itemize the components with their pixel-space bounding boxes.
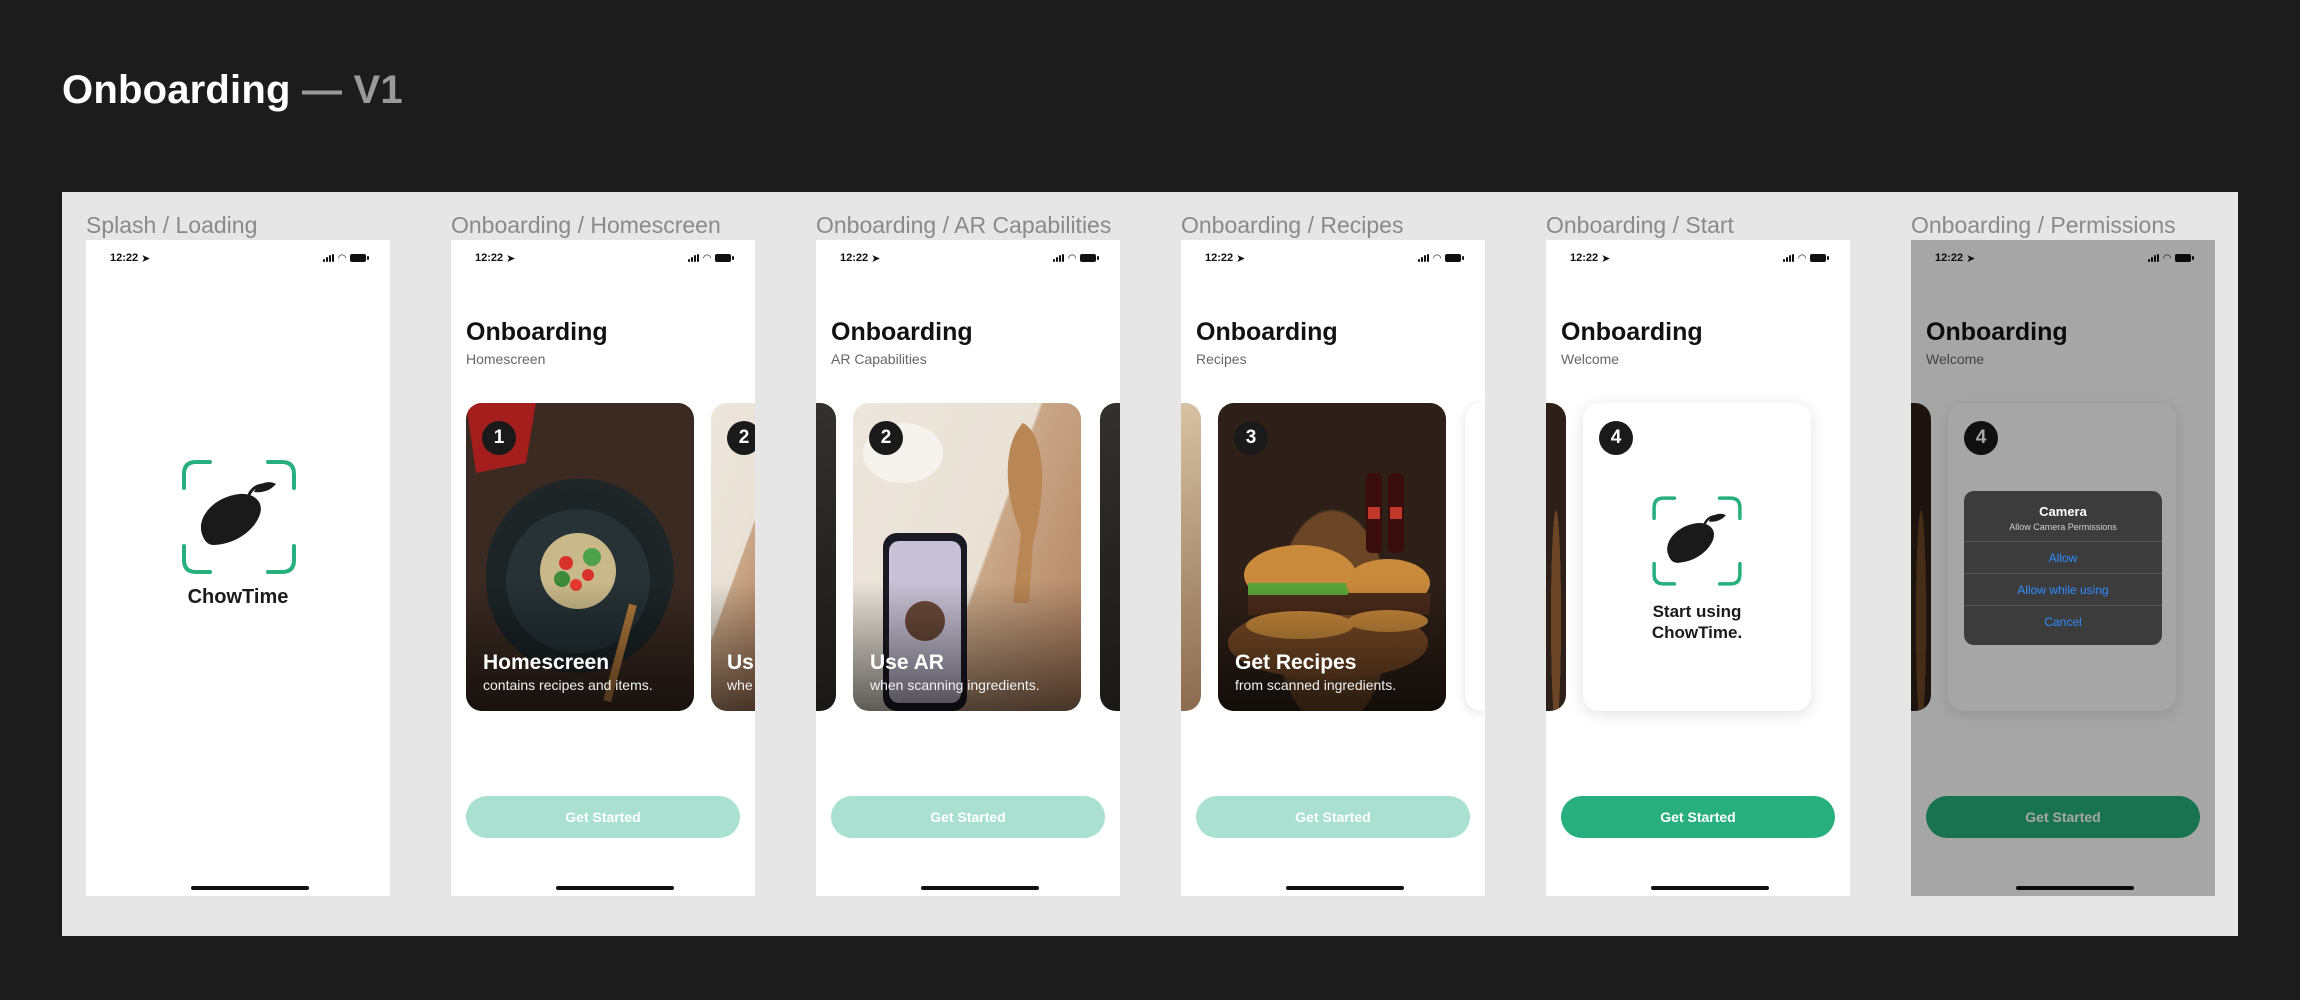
battery-icon bbox=[715, 254, 734, 262]
page-title-version: V1 bbox=[353, 68, 403, 112]
wifi-icon: ◠ bbox=[703, 252, 711, 264]
status-bar: 12:22 ➤ ◠ bbox=[1570, 250, 1829, 266]
status-time: 12:22 bbox=[1570, 252, 1599, 264]
dialog-title: Camera bbox=[2039, 504, 2087, 519]
step-number-badge: 4 bbox=[1599, 421, 1633, 455]
cellular-signal-icon bbox=[1418, 254, 1430, 262]
page-title-text: Onboarding bbox=[62, 68, 291, 112]
phone-permissions: 12:22 ➤ ◠ Onboarding Welcome 4 Get Starte… bbox=[1911, 240, 2215, 896]
location-arrow-icon: ➤ bbox=[1601, 252, 1611, 265]
cancel-button[interactable]: Cancel bbox=[1964, 606, 2162, 638]
step-number-badge: 3 bbox=[1234, 421, 1268, 455]
phone-ar: 12:22 ➤ ◠ Onboarding AR Capabilities 2 Us… bbox=[816, 240, 1120, 896]
cellular-signal-icon bbox=[688, 254, 700, 262]
screen-title: Onboarding bbox=[1561, 318, 1703, 346]
card-description: contains recipes and items. bbox=[483, 677, 653, 693]
phone-start: 12:22 ➤ ◠ Onboarding Welcome 4 Start usi… bbox=[1546, 240, 1850, 896]
screen-title: Onboarding bbox=[466, 318, 608, 346]
cellular-signal-icon bbox=[323, 254, 335, 262]
onboarding-card-recipes[interactable]: 3 Get Recipes from scanned ingredients. bbox=[1218, 403, 1446, 711]
next-card-peek[interactable] bbox=[1100, 403, 1120, 711]
location-arrow-icon: ➤ bbox=[1236, 252, 1246, 265]
step-number-badge: 2 bbox=[727, 421, 755, 455]
battery-icon bbox=[1445, 254, 1464, 262]
card-description: when scanning ingredients. bbox=[870, 677, 1040, 693]
phone-recipes: 12:22 ➤ ◠ Onboarding Recipes 3 Get Recip… bbox=[1181, 240, 1485, 896]
battery-icon bbox=[1810, 254, 1829, 262]
screen-subtitle: Welcome bbox=[1561, 351, 1620, 367]
wifi-icon: ◠ bbox=[1433, 252, 1441, 264]
status-bar: 12:22 ➤ ◠ bbox=[110, 250, 369, 266]
frame-label-start: Onboarding / Start bbox=[1546, 212, 1734, 238]
frame-label-recipes: Onboarding / Recipes bbox=[1181, 212, 1404, 238]
location-arrow-icon: ➤ bbox=[141, 252, 151, 265]
frames-board: Splash / Loading 12:22 ➤ ◠ ChowTime Onbo… bbox=[62, 192, 2238, 936]
wifi-icon: ◠ bbox=[338, 252, 346, 264]
status-time: 12:22 bbox=[110, 252, 139, 264]
status-bar: 12:22 ➤ ◠ bbox=[1205, 250, 1464, 266]
onboarding-card-ar[interactable]: 2 Use AR when scanning ingredients. bbox=[853, 403, 1081, 711]
home-indicator[interactable] bbox=[191, 886, 309, 890]
home-indicator[interactable] bbox=[1286, 886, 1404, 890]
previous-card-peek[interactable] bbox=[1546, 403, 1566, 711]
page-title: Onboarding — V1 bbox=[62, 68, 403, 113]
card-description: whe bbox=[727, 677, 753, 693]
home-indicator[interactable] bbox=[921, 886, 1039, 890]
battery-icon bbox=[1080, 254, 1099, 262]
allow-while-using-button[interactable]: Allow while using bbox=[1964, 574, 2162, 606]
status-time: 12:22 bbox=[840, 252, 869, 264]
frame-label-ar: Onboarding / AR Capabilities bbox=[816, 212, 1112, 238]
card-description: from scanned ingredients. bbox=[1235, 677, 1397, 693]
frame-label-splash: Splash / Loading bbox=[86, 212, 258, 238]
screen-subtitle: Recipes bbox=[1196, 351, 1247, 367]
card-text-line-2: ChowTime. bbox=[1651, 623, 1743, 642]
screen-subtitle: Homescreen bbox=[466, 351, 546, 367]
app-name: ChowTime bbox=[187, 586, 289, 608]
previous-card-peek[interactable] bbox=[1181, 403, 1201, 711]
status-bar: 12:22 ➤ ◠ bbox=[475, 250, 734, 266]
chowtime-logo-icon bbox=[1651, 495, 1743, 587]
chowtime-logo-icon bbox=[180, 458, 298, 576]
screen-title: Onboarding bbox=[831, 318, 973, 346]
card-text-line-1: Start using bbox=[1652, 602, 1742, 621]
get-started-button[interactable]: Get Started bbox=[831, 796, 1105, 838]
get-started-button[interactable]: Get Started bbox=[1561, 796, 1835, 838]
cellular-signal-icon bbox=[1053, 254, 1065, 262]
step-number-badge: 2 bbox=[869, 421, 903, 455]
screen-subtitle: AR Capabilities bbox=[831, 351, 927, 367]
next-card-peek[interactable]: 2 Us whe bbox=[711, 403, 755, 711]
get-started-button[interactable]: Get Started bbox=[466, 796, 740, 838]
onboarding-card-start[interactable]: 4 Start using ChowTime. bbox=[1583, 403, 1811, 711]
status-time: 12:22 bbox=[1205, 252, 1234, 264]
home-indicator[interactable] bbox=[1651, 886, 1769, 890]
camera-permission-dialog: Camera Allow Camera Permissions Allow Al… bbox=[1964, 491, 2162, 645]
previous-card-peek[interactable] bbox=[816, 403, 836, 711]
step-number-badge: 1 bbox=[482, 421, 516, 455]
home-indicator[interactable] bbox=[556, 886, 674, 890]
cellular-signal-icon bbox=[1783, 254, 1795, 262]
card-title: Us bbox=[727, 651, 754, 674]
card-title: Get Recipes bbox=[1235, 651, 1357, 674]
card-title: Use AR bbox=[870, 651, 944, 674]
dialog-message: Allow Camera Permissions bbox=[1964, 522, 2162, 542]
page-title-separator: — bbox=[301, 68, 343, 112]
frame-label-homescreen: Onboarding / Homescreen bbox=[451, 212, 721, 238]
phone-homescreen: 12:22 ➤ ◠ Onboarding Homescreen 1 Homescr… bbox=[451, 240, 755, 896]
card-title: Homescreen bbox=[483, 651, 610, 674]
location-arrow-icon: ➤ bbox=[871, 252, 881, 265]
status-bar: 12:22 ➤ ◠ bbox=[840, 250, 1099, 266]
screen-title: Onboarding bbox=[1196, 318, 1338, 346]
wifi-icon: ◠ bbox=[1798, 252, 1806, 264]
status-time: 12:22 bbox=[475, 252, 504, 264]
allow-button[interactable]: Allow bbox=[1964, 542, 2162, 574]
next-card-peek[interactable] bbox=[1465, 403, 1485, 711]
frame-label-permissions: Onboarding / Permissions bbox=[1911, 212, 2176, 238]
onboarding-card-homescreen[interactable]: 1 Homescreen contains recipes and items. bbox=[466, 403, 694, 711]
location-arrow-icon: ➤ bbox=[506, 252, 516, 265]
get-started-button[interactable]: Get Started bbox=[1196, 796, 1470, 838]
wifi-icon: ◠ bbox=[1068, 252, 1076, 264]
battery-icon bbox=[350, 254, 369, 262]
phone-splash: 12:22 ➤ ◠ ChowTime bbox=[86, 240, 390, 896]
